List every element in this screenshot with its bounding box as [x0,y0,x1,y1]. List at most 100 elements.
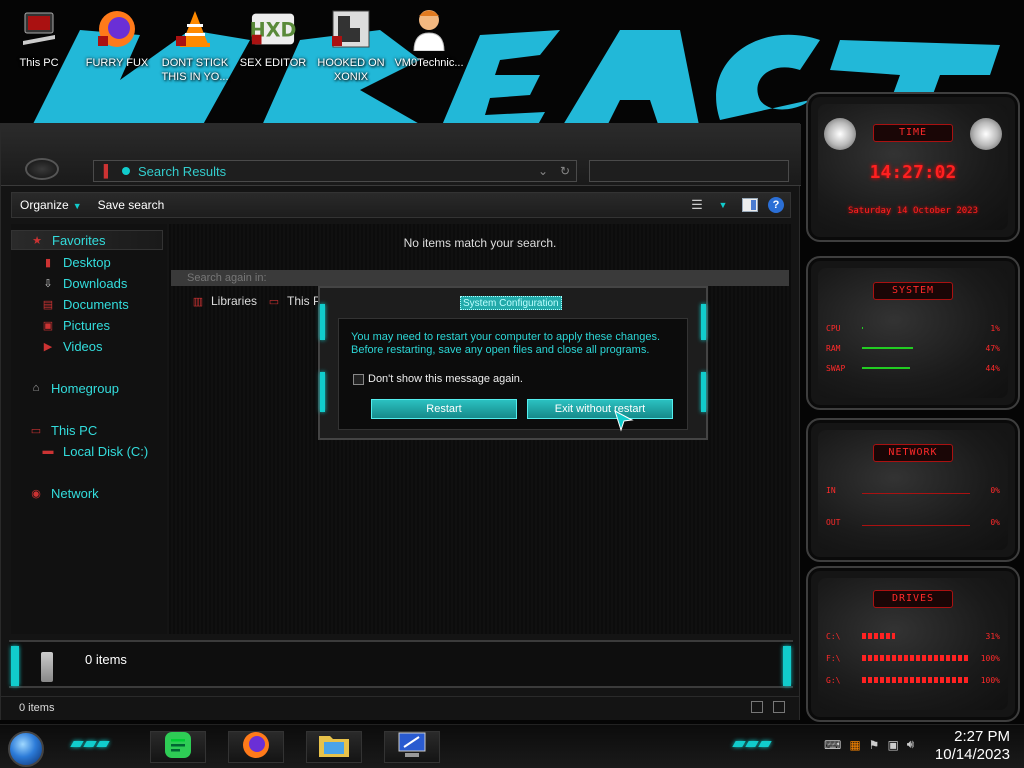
firefox-icon [241,730,271,765]
refresh-icon[interactable]: ↻ [554,164,576,178]
search-again-libraries[interactable]: ▥ Libraries [191,294,257,308]
details-count: 0 items [85,652,127,667]
details-view-icon[interactable] [751,701,763,713]
cpu-bar [862,324,970,332]
nav-item-favorites[interactable]: ★ Favorites [11,230,163,250]
keyboard-icon[interactable]: ⌨ [824,738,841,752]
nav-item-downloads[interactable]: ⇩ Downloads [41,273,127,293]
dialog-body: You may need to restart your computer to… [338,318,688,430]
drive-row-g: G:\ 100% [826,674,1000,686]
system-tray: ⌨ ▦ ⚑ ▣ 🔊︎ [824,737,914,752]
network-icon[interactable]: ▣ [887,738,898,752]
gadget-header: DRIVES [873,590,953,608]
drive-icon: ▬ [42,445,54,457]
clock-date: 10/14/2023 [934,746,1010,763]
checkbox-box[interactable] [353,373,364,385]
system-row-cpu: CPU 1% [826,322,1000,334]
taskbar-clock[interactable]: 2:27 PM 10/14/2023 [935,728,1010,764]
row-label: C:\ [826,631,841,641]
desktop-icon-dont-stick[interactable]: DONT STICK THIS IN YO... [158,6,232,84]
back-forward-button[interactable] [25,158,59,180]
desktop-icon-hooked-on-xonix[interactable]: HOOKED ON XONIX [314,6,388,84]
help-icon[interactable]: ? [768,197,784,213]
nav-item-local-disk[interactable]: ▬ Local Disk (C:) [41,441,149,461]
nav-item-videos[interactable]: ▶ Videos [41,336,103,356]
swap-bar [862,364,970,372]
nav-label: Videos [63,338,103,354]
alien-head-icon [970,118,1002,150]
details-led-right [783,646,791,686]
desktop-icon-furry-fux[interactable]: FURRY FUX [80,6,154,70]
taskbar-app-msconfig[interactable] [384,731,440,763]
chevron-down-icon: ▼ [72,201,82,211]
desktop-icon-vm0technic[interactable]: VM0Technic... [392,6,466,70]
nav-item-desktop[interactable]: ▮ Desktop [41,252,111,272]
desktop-screen: This PC FURRY FUX DONT STICK THIS IN YO.… [0,0,1024,768]
desktop-icon-sex-editor[interactable]: HXD SEX EDITOR [236,6,310,70]
homegroup-icon: ⌂ [32,382,40,394]
preview-pane-icon[interactable] [740,197,760,213]
row-label: RAM [826,343,841,353]
flag-icon[interactable]: ⚑ [869,738,880,752]
star-icon: ★ [32,234,42,247]
network-icon: ◉ [31,487,41,500]
nav-item-network[interactable]: ◉ Network [29,483,99,503]
chevron-down-icon[interactable]: ⌄ [532,164,554,178]
system-config-icon [397,731,427,764]
in-graph [862,486,970,494]
drive-bar [862,632,970,640]
row-value: 0% [990,485,1000,495]
chevron-down-icon[interactable]: ▼ [714,197,732,213]
dont-show-checkbox[interactable]: Don't show this message again. [353,373,523,385]
bar-fill [862,677,970,683]
navigation-pane: ★ Favorites ▮ Desktop ⇩ Downloads ▤ Document… [11,224,167,634]
nav-item-this-pc[interactable]: ▭ This PC [29,420,97,440]
desktop-icon: ▮ [44,256,52,269]
exit-without-restart-button[interactable]: Exit without restart [527,399,673,419]
out-graph [862,518,970,526]
view-list-icon[interactable]: ☰ [688,197,706,213]
nav-item-documents[interactable]: ▤ Documents [41,294,129,314]
app-tray-icon[interactable]: ▦ [849,738,860,752]
start-button[interactable] [8,731,44,767]
organize-button[interactable]: Organize ▼ [12,198,90,212]
nav-label: Network [51,485,99,501]
taskbar-app-explorer[interactable] [306,731,362,763]
nav-item-pictures[interactable]: ▣ Pictures [41,315,110,335]
volume-icon[interactable]: 🔊︎ [907,737,915,752]
system-configuration-dialog: System Configuration You may need to res… [318,286,708,440]
dialog-message: You may need to restart your computer to… [351,331,660,357]
restart-button[interactable]: Restart [371,399,517,419]
tiles-view-icon[interactable] [773,701,785,713]
firefox-icon [94,6,140,52]
search-results-icon [41,652,53,682]
taskbar-led [732,741,772,747]
save-search-button[interactable]: Save search [90,198,173,212]
system-gadget: SYSTEM CPU 1% RAM 47% SWAP 44% [806,256,1020,410]
address-bar[interactable]: ▌ Search Results ⌄ ↻ [93,160,577,182]
ram-bar [862,344,970,352]
nav-label: Favorites [52,232,106,248]
taskbar-app-notes[interactable] [150,731,206,763]
search-input[interactable] [589,160,789,182]
row-value: 100% [980,653,1000,663]
bar-fill [862,633,896,639]
hxd-icon: HXD [250,6,296,52]
vlc-icon [172,6,218,52]
taskbar-app-firefox[interactable] [228,731,284,763]
folder-icon [318,732,350,763]
dialog-led [320,304,325,340]
download-icon: ⇩ [43,277,53,290]
drive-bar [862,654,970,662]
dialog-title: System Configuration [460,296,562,310]
desktop-icon-this-pc[interactable]: This PC [2,6,76,70]
checkbox-label: Don't show this message again. [368,373,523,385]
notes-app-icon [164,731,192,764]
row-value: 1% [990,323,1000,333]
videos-icon: ▶ [43,340,53,353]
view-controls: ☰ ▼ ? [688,197,790,213]
nav-label: Local Disk (C:) [63,443,149,459]
nav-item-homegroup[interactable]: ⌂ Homegroup [29,378,119,398]
details-led-left [11,646,19,686]
computer-icon: ▭ [268,295,280,308]
